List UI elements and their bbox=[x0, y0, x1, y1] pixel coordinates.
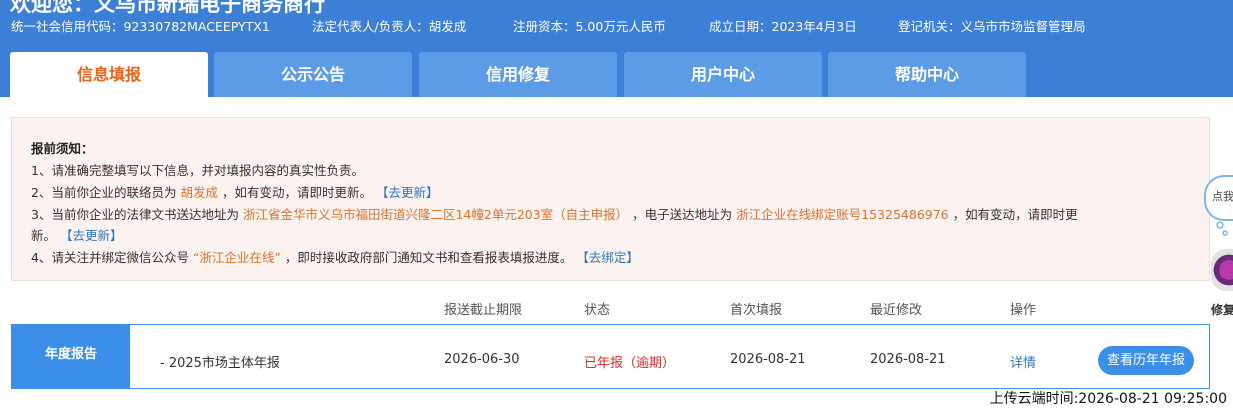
main-tabs: 信息填报 公示公告 信用修复 用户中心 帮助中心 bbox=[0, 52, 1233, 97]
assistant-avatar-icon[interactable] bbox=[1211, 249, 1233, 291]
notice-line-2: 2、当前你企业的联络员为 胡发成 ，如有变动，请即时更新。 【去更新】 bbox=[31, 182, 438, 201]
notice-line-4: 4、请关注并绑定微信公众号 “浙江企业在线” ，即时接收政府部门通知文书和查看报… bbox=[31, 247, 639, 266]
header-status: 状态 bbox=[584, 303, 611, 318]
header-first-filed: 首次填报 bbox=[730, 303, 783, 318]
annual-report-row: 年度报告 - 2025市场主体年报 2026-06-30 已年报（逾期） 202… bbox=[11, 324, 1210, 389]
bubble-dots-icon bbox=[1216, 221, 1228, 236]
credit-code: 统一社会信用代码：92330782MACEEPYTX1 bbox=[11, 19, 270, 34]
registration-authority: 登记机关：义乌市市场监督管理局 bbox=[898, 19, 1086, 34]
repair-side-label[interactable]: 修复 bbox=[1211, 301, 1233, 318]
notice-line-3-suffix: ，如有变动，请即时更 bbox=[952, 207, 1078, 222]
notice-line-1: 1、请准确完整填写以下信息，并对填报内容的真实性负责。 bbox=[31, 163, 364, 178]
notice-line-3-middle: ，电子送达地址为 bbox=[632, 207, 733, 222]
legal-service-address: 浙江省金华市义乌市福田街道兴隆二区14幢2单元203室（自主申报） bbox=[242, 207, 629, 222]
notice-line-3-prefix: 3、当前你企业的法律文书送达地址为 bbox=[31, 207, 239, 222]
report-status: 已年报（逾期） bbox=[584, 356, 676, 371]
notice-line-2-suffix: ，如有变动，请即时更新。 bbox=[221, 185, 372, 200]
header-deadline: 报送截止期限 bbox=[444, 303, 523, 318]
update-address-link[interactable]: 【去更新】 bbox=[60, 228, 123, 243]
details-link[interactable]: 详情 bbox=[1010, 352, 1036, 371]
header-last-modified: 最近修改 bbox=[870, 303, 923, 318]
view-history-reports-button[interactable]: 查看历年年报 bbox=[1098, 346, 1194, 375]
report-first-filed: 2026-08-21 bbox=[730, 352, 806, 367]
pre-filing-notice: 报前须知： 1、请准确完整填写以下信息，并对填报内容的真实性负责。 2、当前你企… bbox=[11, 117, 1210, 281]
header-band: 欢迎您：义乌市新瑞电子商务商行 统一社会信用代码：92330782MACEEPY… bbox=[0, 0, 1233, 97]
update-liaison-link[interactable]: 【去更新】 bbox=[376, 185, 439, 200]
company-info-row: 统一社会信用代码：92330782MACEEPYTX1 法定代表人/负责人：胡发… bbox=[0, 16, 1233, 34]
founding-date: 成立日期：2023年4月3日 bbox=[709, 19, 857, 34]
tab-help-center[interactable]: 帮助中心 bbox=[828, 52, 1026, 97]
report-deadline: 2026-06-30 bbox=[444, 352, 520, 367]
tab-public-notice[interactable]: 公示公告 bbox=[214, 52, 412, 97]
bind-wechat-link[interactable]: 【去绑定】 bbox=[576, 250, 639, 265]
notice-line-4-prefix: 4、请关注并绑定微信公众号 bbox=[31, 250, 189, 265]
chat-bubble-text: 点我 bbox=[1212, 190, 1233, 203]
report-name: - 2025市场主体年报 bbox=[160, 356, 280, 371]
registered-capital: 注册资本：5.00万元人民币 bbox=[513, 19, 666, 34]
electronic-service-address: 浙江企业在线绑定账号15325486976 bbox=[736, 207, 949, 222]
annual-report-label: 年度报告 bbox=[12, 325, 130, 388]
notice-line-3-continued: 新。 【去更新】 bbox=[31, 225, 123, 244]
chat-bubble-widget[interactable]: 点我 bbox=[1204, 175, 1233, 221]
report-last-modified: 2026-08-21 bbox=[870, 352, 946, 367]
notice-line-4-suffix: ，即时接收政府部门通知文书和查看报表填报进度。 bbox=[284, 250, 573, 265]
legal-representative: 法定代表人/负责人：胡发成 bbox=[312, 19, 467, 34]
notice-line-2-prefix: 2、当前你企业的联络员为 bbox=[31, 185, 177, 200]
tab-user-center[interactable]: 用户中心 bbox=[624, 52, 822, 97]
notice-line-3: 3、当前你企业的法律文书送达地址为 浙江省金华市义乌市福田街道兴隆二区14幢2单… bbox=[31, 204, 1078, 223]
cloud-upload-time: 上传云端时间:2026-08-21 09:25:00 bbox=[989, 391, 1227, 407]
header-action: 操作 bbox=[1010, 303, 1037, 318]
liaison-name: 胡发成 bbox=[180, 185, 218, 200]
tab-info-filing[interactable]: 信息填报 bbox=[10, 52, 208, 97]
tab-credit-repair[interactable]: 信用修复 bbox=[419, 52, 617, 97]
wechat-account-name: “浙江企业在线” bbox=[192, 250, 281, 265]
notice-title: 报前须知： bbox=[31, 141, 94, 156]
notice-line-3-tail: 新。 bbox=[31, 228, 57, 243]
